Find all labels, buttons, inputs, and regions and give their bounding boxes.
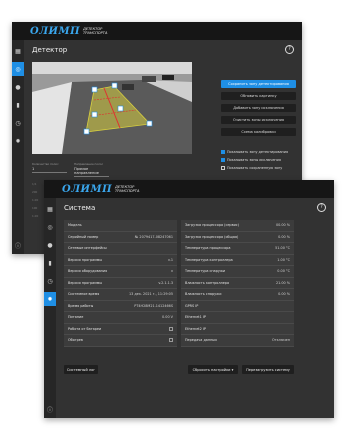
save-zone-button[interactable]: Сохранить зону детектирования [221, 80, 296, 88]
table-row: Передача данных Отключен [181, 335, 294, 347]
table-row: Загрузка процессора (общая) 0.00 % [181, 232, 294, 243]
reboot-system-button[interactable]: Перезагрузить систему [242, 365, 294, 374]
location-icon[interactable]: ● [12, 80, 24, 94]
brand-logo: ОЛИМП [62, 183, 113, 195]
brand-subtitle: ДЕТЕКТОР ТРАНСПОРТА [115, 185, 140, 193]
system-window: ОЛИМП ДЕТЕКТОР ТРАНСПОРТА ▦ ◎ ● ▮ ◷ ✹ ⓘ С… [44, 180, 334, 418]
camera-scene [32, 62, 192, 154]
history-icon[interactable]: ◷ [44, 274, 56, 288]
side-values: 1/1 200 1.00 100 1.00 [32, 182, 39, 218]
page-title: Система [64, 204, 96, 212]
stats-icon[interactable]: ▮ [44, 256, 56, 270]
reset-settings-button[interactable]: Сбросить настройки ▾ [188, 365, 238, 374]
detector-icon[interactable]: ◎ [44, 220, 56, 234]
table-row: Сетевые интерфейсы [64, 243, 177, 255]
system-status-table: Загрузка процессора (сервис) 00.00 % Загр… [181, 220, 294, 347]
checkbox-box [221, 166, 225, 170]
help-icon[interactable]: ? [317, 203, 326, 212]
settings-icon[interactable]: ✹ [44, 292, 56, 306]
system-info-table: Модель Серийный номер № 2079417-08247061 … [64, 220, 177, 347]
sidebar: ▦ ◎ ● ▮ ◷ ✹ ⓘ [44, 198, 56, 418]
show-saved-zone-checkbox[interactable]: Показывать сохраненную зону [221, 165, 296, 171]
brand-logo: ОЛИМП [30, 25, 81, 37]
dashboard-icon[interactable]: ▦ [12, 44, 24, 58]
page-title: Детектор [32, 46, 68, 54]
calibration-button[interactable]: Схема калибровки [221, 128, 296, 136]
system-content: Система ? Модель Серийный номер № 2079417… [56, 198, 334, 418]
table-row: Температура процессора 51.00 °C [181, 243, 294, 255]
dashboard-icon[interactable]: ▦ [44, 202, 56, 216]
table-row: Температура снаружи 0.00 °C [181, 266, 294, 278]
table-row: Модель [64, 220, 177, 232]
help-icon[interactable]: ? [285, 45, 294, 54]
table-row: Загрузка процессора (сервис) 00.00 % [181, 220, 294, 232]
settings-icon[interactable]: ✹ [12, 134, 24, 148]
top-bar: ОЛИМП ДЕТЕКТОР ТРАНСПОРТА [12, 22, 302, 40]
table-row: GPRS IP [181, 301, 294, 312]
table-row: Серийный номер № 2079417-08247061 [64, 232, 177, 243]
info-icon[interactable]: ⓘ [12, 241, 24, 250]
sidebar: ▦ ◎ ● ▮ ◷ ✹ ⓘ [12, 40, 24, 254]
table-row: Влажность контроллера 21.00 % [181, 278, 294, 289]
lanes-count-field[interactable]: Количество полос 1 [32, 162, 67, 173]
camera-view[interactable] [32, 62, 192, 154]
show-exclusion-zones-checkbox[interactable]: Показывать зоны исключения [221, 157, 296, 163]
detector-icon[interactable]: ◎ [12, 62, 24, 76]
checkbox-box [221, 158, 225, 162]
add-exclusion-button[interactable]: Добавить зону исключения [221, 104, 296, 112]
table-row: Версия программы v.2.1.1.3 [64, 278, 177, 289]
table-row: Температура контроллера 1.00 °C [181, 255, 294, 266]
table-row: Системное время 13 дек. 2021 г., 11:29:05 [64, 289, 177, 301]
checkbox-box [221, 150, 225, 154]
table-row: Версия программы v.1 [64, 255, 177, 266]
location-icon[interactable]: ● [44, 238, 56, 252]
table-row: Время работы PT4H28M21.1412466S [64, 301, 177, 312]
table-row: Ethernet2 IP [181, 324, 294, 335]
heating-checkbox[interactable] [169, 338, 173, 343]
lane-direction-field[interactable]: Направление полос Прямое направление [74, 162, 109, 177]
brand-subtitle: ДЕТЕКТОР ТРАНСПОРТА [83, 27, 108, 35]
table-row: Версия оборудования v [64, 266, 177, 278]
table-row: Обогрев [64, 335, 177, 347]
show-detection-zone-checkbox[interactable]: Показывать зону детектирования [221, 149, 296, 155]
table-row: Питание 0.00 V [64, 312, 177, 324]
table-row: Ethernet1 IP [181, 312, 294, 324]
stats-icon[interactable]: ▮ [12, 98, 24, 112]
table-row: Работа от батареи [64, 324, 177, 335]
top-bar: ОЛИМП ДЕТЕКТОР ТРАНСПОРТА [44, 180, 334, 198]
battery-checkbox[interactable] [169, 326, 173, 331]
info-icon[interactable]: ⓘ [44, 405, 56, 414]
refresh-image-button[interactable]: Обновить картинку [221, 92, 296, 100]
system-log-button[interactable]: Системный лог [64, 365, 98, 374]
history-icon[interactable]: ◷ [12, 116, 24, 130]
clear-exclusions-button[interactable]: Очистить зоны исключения [221, 116, 296, 124]
table-row: Влажность снаружи 0.00 % [181, 289, 294, 301]
